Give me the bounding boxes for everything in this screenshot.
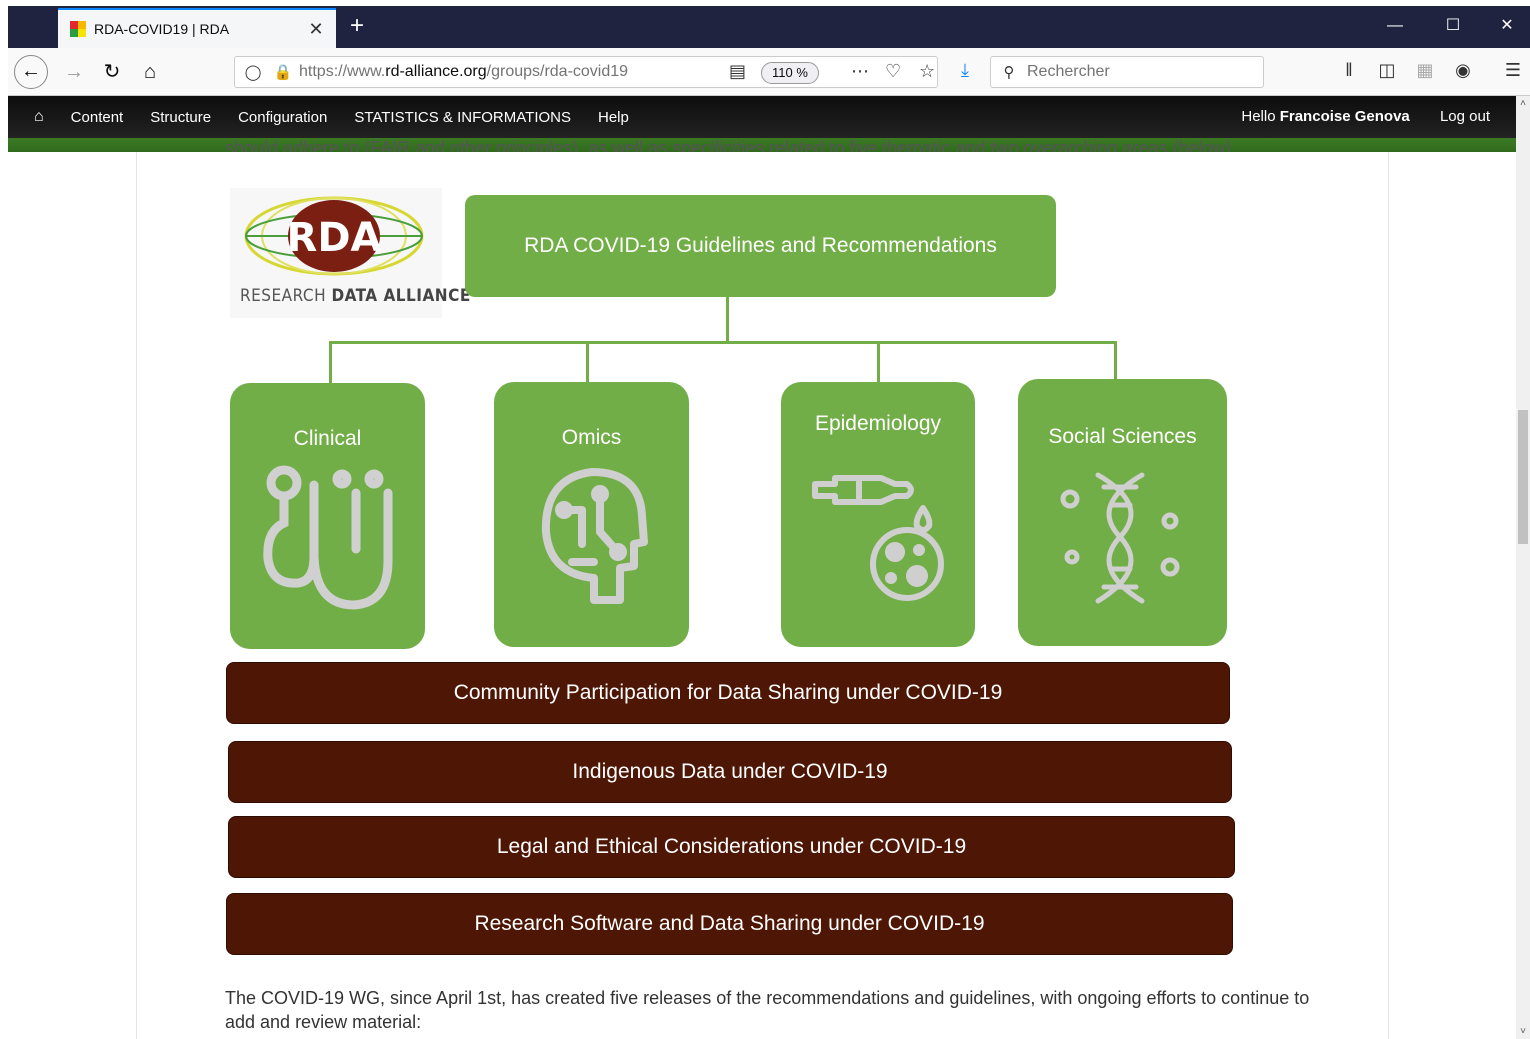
close-window-icon[interactable]: ✕ (1484, 6, 1530, 46)
stethoscope-icon (263, 465, 393, 610)
rda-favicon-icon (70, 21, 86, 37)
url-bar[interactable]: ◯ 🔒 https://www.rd-alliance.org/groups/r… (234, 56, 938, 88)
bar-community-participation: Community Participation for Data Sharing… (226, 662, 1230, 724)
category-label: Epidemiology (814, 412, 942, 435)
svg-text:RDA: RDA (287, 215, 382, 261)
diagram-title-box: RDA COVID-19 Guidelines and Recommendati… (465, 195, 1056, 297)
menu-icon[interactable]: ☰ (1500, 60, 1526, 81)
connector-line (1114, 341, 1117, 381)
pocket-icon[interactable]: ♡ (885, 61, 901, 82)
account-icon[interactable]: ◉ (1450, 60, 1476, 81)
bar-legal-ethical: Legal and Ethical Considerations under C… (228, 816, 1235, 878)
admin-home-icon[interactable]: ⌂ (34, 108, 44, 126)
url-text[interactable]: https://www.rd-alliance.org/groups/rda-c… (299, 63, 628, 81)
connector-line (329, 341, 1117, 344)
browser-window: RDA-COVID19 | RDA ✕ + — ☐ ✕ ← → ↻ ⌂ ◯ 🔒 … (0, 0, 1530, 1039)
partial-paragraph: should adhere to (FAIR and other princip… (225, 138, 1237, 152)
rda-logo: RDA RESEARCH DATA ALLIANCE (230, 188, 470, 318)
brain-head-icon (541, 468, 648, 604)
minimize-icon[interactable]: — (1372, 6, 1418, 46)
scroll-down-icon[interactable]: ˅ (1516, 1026, 1530, 1037)
content-divider (1388, 152, 1389, 1039)
connector-line (329, 341, 332, 385)
zoom-badge[interactable]: 110 % (761, 62, 819, 84)
library-icon[interactable]: ‖ (1336, 60, 1362, 81)
bookmark-star-icon[interactable]: ☆ (919, 61, 935, 82)
category-social-sciences: Social Sciences (1018, 379, 1227, 646)
admin-configuration-link[interactable]: Configuration (238, 109, 327, 126)
connector-line (726, 297, 729, 343)
globe-icon: RDA (244, 196, 424, 276)
back-icon[interactable]: ← (14, 55, 48, 89)
bar-research-software: Research Software and Data Sharing under… (226, 893, 1233, 955)
admin-user-area: Hello Francoise Genova Log out (1189, 108, 1490, 125)
new-tab-button[interactable]: + (342, 12, 372, 42)
reader-view-icon[interactable]: ▤ (729, 61, 746, 82)
search-input[interactable]: ⚲ Rechercher (990, 56, 1264, 88)
browser-tab[interactable]: RDA-COVID19 | RDA ✕ (58, 8, 336, 48)
pipette-virus-icon (812, 475, 944, 601)
lock-icon[interactable]: 🔒 (271, 63, 295, 81)
category-epidemiology: Epidemiology (781, 382, 975, 647)
category-omics: Omics (494, 382, 689, 647)
logout-link[interactable]: Log out (1440, 108, 1490, 125)
search-placeholder: Rechercher (1027, 63, 1110, 80)
download-icon[interactable]: ⤓ (952, 60, 978, 81)
forward-icon[interactable]: → (58, 56, 90, 88)
category-clinical: Clinical (230, 383, 425, 649)
more-actions-icon[interactable]: ⋯ (851, 61, 869, 82)
bar-indigenous-data: Indigenous Data under COVID-19 (228, 741, 1232, 803)
category-label: Omics (561, 426, 622, 449)
admin-content-link[interactable]: Content (71, 109, 124, 126)
nav-bar: ← → ↻ ⌂ ◯ 🔒 https://www.rd-alliance.org/… (8, 48, 1530, 96)
category-label: Social Sciences (1048, 425, 1197, 448)
shield-icon[interactable]: ◯ (241, 63, 265, 81)
reload-icon[interactable]: ↻ (96, 56, 128, 88)
reading-list-icon[interactable]: ▦ (1412, 60, 1438, 81)
close-tab-icon[interactable]: ✕ (304, 19, 328, 40)
sidebar-icon[interactable]: ◫ (1374, 60, 1400, 81)
category-label: Clinical (293, 427, 362, 450)
tab-title: RDA-COVID19 | RDA (94, 21, 230, 37)
dna-icon (1060, 472, 1180, 604)
maximize-icon[interactable]: ☐ (1430, 6, 1476, 46)
admin-structure-link[interactable]: Structure (150, 109, 211, 126)
connector-line (586, 341, 589, 383)
logo-wordmark: RESEARCH DATA ALLIANCE (240, 286, 471, 306)
title-bar: RDA-COVID19 | RDA ✕ + — ☐ ✕ (8, 6, 1530, 48)
scrollbar[interactable]: ˄ ˅ (1516, 96, 1530, 1039)
admin-toolbar: ⌂ Content Structure Configuration STATIS… (8, 96, 1516, 138)
connector-line (877, 341, 880, 383)
content-divider (136, 152, 137, 1039)
body-paragraph: The COVID-19 WG, since April 1st, has cr… (225, 988, 1310, 1032)
hello-user[interactable]: Hello Francoise Genova (1215, 108, 1409, 125)
scroll-up-icon[interactable]: ˄ (1516, 98, 1530, 109)
home-icon[interactable]: ⌂ (134, 56, 166, 88)
scrollbar-thumb[interactable] (1518, 410, 1528, 544)
search-icon: ⚲ (1003, 64, 1015, 81)
admin-help-link[interactable]: Help (598, 109, 629, 126)
admin-statistics-link[interactable]: STATISTICS & INFORMATIONS (354, 109, 571, 126)
